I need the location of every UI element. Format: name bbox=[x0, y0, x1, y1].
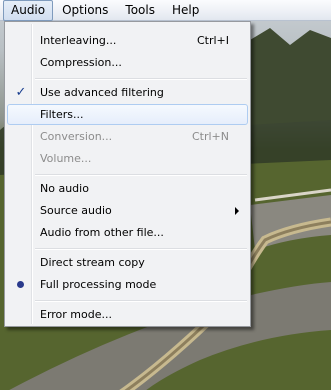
menu-options[interactable]: Options bbox=[54, 0, 116, 21]
menu-item-label: Full processing mode bbox=[40, 278, 157, 291]
menu-item-shortcut: Ctrl+I bbox=[196, 34, 229, 47]
menu-item-label: Error mode... bbox=[40, 308, 112, 321]
menu-item-use-advanced-filtering[interactable]: ✓ Use advanced filtering bbox=[7, 82, 248, 103]
menu-item-label: Volume... bbox=[40, 152, 92, 165]
menu-item-direct-stream-copy[interactable]: Direct stream copy bbox=[7, 252, 248, 273]
menu-item-no-audio[interactable]: No audio bbox=[7, 178, 248, 199]
menu-item-audio-from-other-file[interactable]: Audio from other file... bbox=[7, 222, 248, 243]
menu-item-shortcut: Ctrl+N bbox=[191, 130, 229, 143]
menu-item-full-processing-mode[interactable]: Full processing mode bbox=[7, 274, 248, 295]
menu-audio[interactable]: Audio bbox=[3, 0, 54, 21]
menu-item-volume[interactable]: Volume... bbox=[7, 148, 248, 169]
menu-separator bbox=[35, 78, 247, 80]
menu-item-error-mode[interactable]: Error mode... bbox=[7, 304, 248, 325]
menu-help[interactable]: Help bbox=[164, 0, 207, 21]
menu-item-compression[interactable]: Compression... bbox=[7, 52, 248, 73]
menu-item-label: Interleaving... bbox=[40, 34, 117, 47]
menu-item-label: Audio from other file... bbox=[40, 226, 164, 239]
menu-item-label: Direct stream copy bbox=[40, 256, 145, 269]
checkmark-icon: ✓ bbox=[15, 85, 27, 100]
audio-dropdown-menu: Interleaving... Ctrl+I Compression... ✓ … bbox=[4, 21, 251, 327]
menu-item-label: Conversion... bbox=[40, 130, 113, 143]
menu-separator bbox=[35, 174, 247, 176]
menu-item-label: Filters... bbox=[40, 108, 84, 121]
menu-item-conversion[interactable]: Conversion... Ctrl+N bbox=[7, 126, 248, 147]
menu-item-label: Use advanced filtering bbox=[40, 86, 164, 99]
menu-item-interleaving[interactable]: Interleaving... Ctrl+I bbox=[7, 30, 248, 51]
radio-bullet-icon bbox=[17, 281, 24, 288]
menu-item-label: Source audio bbox=[40, 204, 112, 217]
menu-tools[interactable]: Tools bbox=[117, 0, 163, 21]
menu-item-source-audio[interactable]: Source audio bbox=[7, 200, 248, 221]
submenu-arrow-icon bbox=[235, 207, 239, 215]
menu-separator bbox=[35, 248, 247, 250]
menu-item-label: Compression... bbox=[40, 56, 122, 69]
menu-separator bbox=[35, 300, 247, 302]
menu-item-filters[interactable]: Filters... bbox=[7, 104, 248, 125]
menu-bar: Audio Options Tools Help bbox=[0, 0, 331, 21]
menu-item-label: No audio bbox=[40, 182, 89, 195]
